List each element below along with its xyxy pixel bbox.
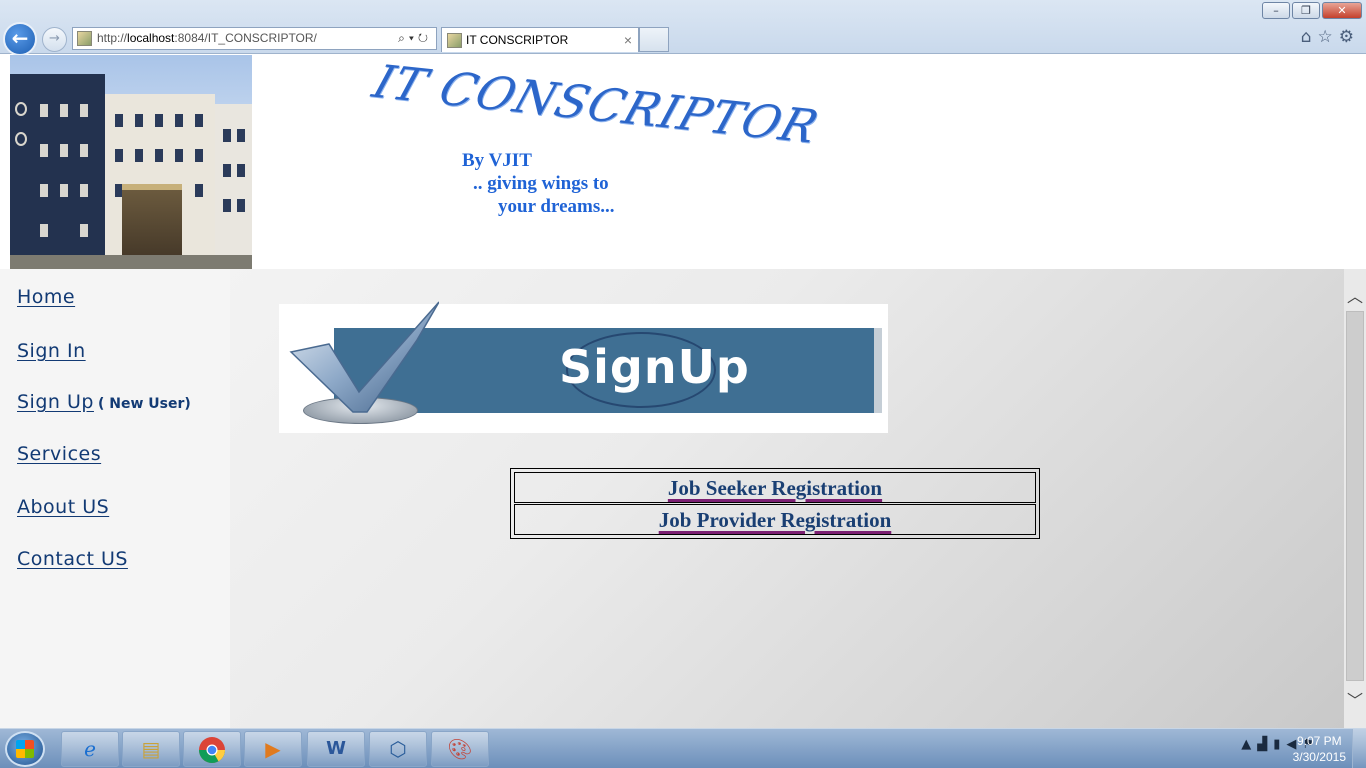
internet-explorer-icon[interactable]: ℯ	[61, 731, 119, 767]
minimize-button[interactable]: –	[1262, 2, 1290, 19]
dropdown-icon[interactable]: ▾	[409, 31, 418, 45]
search-icon[interactable]: ⌕	[398, 31, 409, 45]
word-icon[interactable]: W	[307, 731, 365, 767]
forward-arrow-icon[interactable]: →	[42, 27, 67, 52]
browser-chrome: – ❐ ✕ ← → http://localhost:8084/IT_CONSC…	[0, 0, 1366, 56]
sidebar-nav: Home Sign In Sign Up( New User) Services…	[0, 269, 230, 728]
campus-building-image	[10, 55, 252, 269]
tab-title: IT CONSCRIPTOR	[466, 33, 569, 47]
registration-options-table: Job Seeker Registration Job Provider Reg…	[510, 468, 1040, 539]
windows-taskbar: ℯ ▤ ▶ W ⬡ 🎨︎ ▲▟▮◀⚑ 9:07 PM 3/30/2015	[0, 728, 1366, 768]
url-path: :8084/IT_CONSCRIPTOR/	[174, 31, 317, 45]
virtualbox-icon[interactable]: ⬡	[369, 731, 427, 767]
tab-favicon-icon	[447, 33, 462, 48]
site-logo: IT CONSCRIPTOR	[367, 55, 826, 154]
job-seeker-cell: Job Seeker Registration	[514, 472, 1036, 503]
sidebar-item-contact-us[interactable]: Contact US	[17, 548, 128, 570]
signup-banner: SignUp	[279, 301, 888, 433]
scroll-down-icon[interactable]: ﹀	[1347, 687, 1363, 711]
main-content: Home Sign In Sign Up( New User) Services…	[0, 269, 1344, 728]
restore-button[interactable]: ❐	[1292, 2, 1320, 19]
job-provider-cell: Job Provider Registration	[514, 504, 1036, 535]
job-provider-registration-link[interactable]: Job Provider Registration	[659, 508, 892, 532]
address-tools: ⌕▾↻	[398, 28, 432, 49]
favorites-star-icon[interactable]: ☆	[1318, 27, 1339, 47]
banner-title: SignUp	[559, 340, 750, 394]
clock-date: 3/30/2015	[1292, 750, 1346, 764]
close-button[interactable]: ✕	[1322, 2, 1362, 19]
close-tab-icon[interactable]: ×	[624, 28, 632, 52]
scroll-up-icon[interactable]: ︿	[1347, 283, 1363, 307]
back-arrow-icon[interactable]: ←	[3, 22, 37, 56]
network-icon[interactable]: ▟	[1257, 737, 1273, 752]
signal-icon[interactable]: ▮	[1273, 737, 1286, 752]
scrollbar-thumb[interactable]	[1346, 311, 1364, 681]
sign-up-link[interactable]: Sign Up	[17, 391, 94, 413]
sidebar-item-about-us[interactable]: About US	[17, 496, 109, 518]
sidebar-item-sign-in[interactable]: Sign In	[17, 340, 86, 362]
clock-time: 9:07 PM	[1296, 734, 1342, 748]
url-prefix: http://	[97, 31, 128, 45]
media-player-icon[interactable]: ▶	[244, 731, 302, 767]
new-tab-button[interactable]	[639, 27, 669, 52]
sidebar-item-sign-up: Sign Up( New User)	[17, 391, 191, 413]
home-icon[interactable]: ⌂	[1301, 27, 1318, 47]
browser-tab[interactable]: IT CONSCRIPTOR ×	[441, 27, 639, 52]
window-controls: – ❐ ✕	[1262, 2, 1362, 19]
paint-icon[interactable]: 🎨︎	[431, 731, 489, 767]
start-button[interactable]	[5, 731, 45, 767]
address-bar[interactable]: http://localhost:8084/IT_CONSCRIPTOR/ ⌕▾…	[72, 27, 437, 50]
site-favicon-icon	[77, 31, 92, 46]
settings-gear-icon[interactable]: ⚙	[1339, 27, 1360, 47]
windows-logo-icon	[16, 740, 34, 758]
file-explorer-icon[interactable]: ▤	[122, 731, 180, 767]
tagline-wings: .. giving wings to	[473, 173, 609, 194]
new-user-note: ( New User)	[97, 396, 191, 412]
browser-toolbar-icons: ⌂☆⚙	[1301, 27, 1360, 47]
tagline-dreams: your dreams...	[498, 196, 615, 217]
sidebar-item-home[interactable]: Home	[17, 286, 75, 308]
url-host: localhost	[127, 31, 175, 45]
sidebar-item-services[interactable]: Services	[17, 443, 101, 465]
page-header: IT CONSCRIPTOR By VJIT .. giving wings t…	[0, 55, 1366, 269]
refresh-icon[interactable]: ↻	[418, 31, 432, 45]
show-desktop-button[interactable]	[1352, 729, 1366, 768]
system-clock[interactable]: 9:07 PM 3/30/2015	[1293, 733, 1346, 765]
chrome-icon[interactable]	[183, 731, 241, 767]
logo-text: IT CONSCRIPTOR	[366, 54, 826, 154]
vertical-scrollbar[interactable]: ︿ ﹀	[1344, 269, 1366, 728]
show-hidden-icons-icon[interactable]: ▲	[1241, 737, 1257, 752]
tagline-by: By VJIT	[462, 150, 532, 171]
job-seeker-registration-link[interactable]: Job Seeker Registration	[668, 476, 882, 500]
checkmark-icon	[289, 301, 439, 413]
